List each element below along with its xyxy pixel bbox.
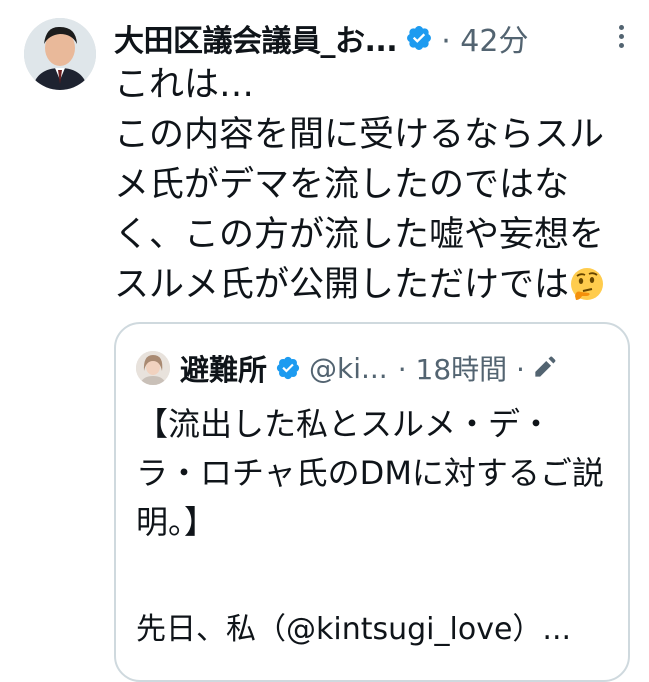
tweet[interactable]: 大田区議会議員_お... · 42分 これは… この内容を間に受けるならスルメ氏… [0, 0, 649, 682]
tweet-text: これは… この内容を間に受けるならスルメ氏がデマを流したのではなく、この方が流し… [114, 60, 634, 310]
quoted-tweet-text: 【流出した私とスルメ・デ・ラ・ロチャ氏のDMに対するご説明。】 [136, 405, 604, 541]
quoted-author-name[interactable]: 避難所 [180, 347, 267, 389]
quoted-tweet-text-continued: 先日、私（@kintsugi_love）... [136, 612, 572, 647]
quoted-tweet-timestamp[interactable]: · 18時間 · [398, 348, 525, 388]
more-options-icon[interactable] [607, 22, 635, 50]
verified-badge-icon [276, 356, 300, 380]
thinking-face-emoji [571, 268, 604, 300]
author-avatar[interactable] [24, 18, 96, 90]
edit-icon [535, 356, 556, 377]
quoted-tweet[interactable]: 避難所 @ki... · 18時間 · 【流出した私とスルメ・デ・ラ・ロチャ氏の… [114, 322, 630, 682]
tweet-header: 大田区議会議員_お... · 42分 [114, 14, 633, 62]
verified-badge-icon [407, 26, 432, 50]
tweet-text-content: これは… この内容を間に受けるならスルメ氏がデマを流したのではなく、この方が流し… [114, 65, 605, 305]
quoted-author-avatar[interactable] [136, 351, 170, 385]
tweet-timestamp[interactable]: · 42分 [441, 16, 528, 60]
quoted-tweet-header: 避難所 @ki... · 18時間 · [136, 348, 616, 388]
author-name[interactable]: 大田区議会議員_お... [114, 16, 398, 60]
quoted-author-handle[interactable]: @ki... [309, 352, 388, 385]
